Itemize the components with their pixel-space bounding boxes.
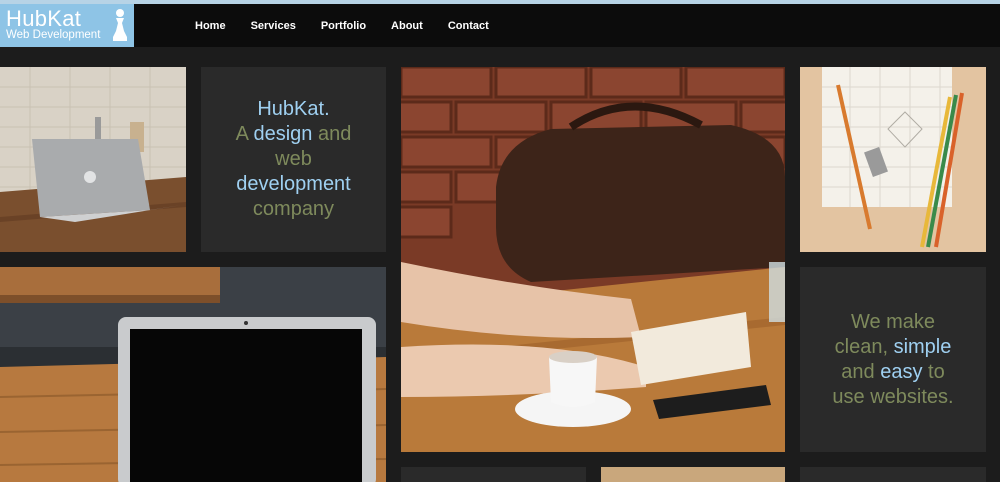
tagline-text: web (275, 148, 312, 170)
photo-bag-notebook-coffee (401, 67, 785, 452)
photo-laptop-kitchen (0, 67, 186, 252)
tagline-text: use websites. (832, 385, 954, 408)
tagline-websites: We make clean, simple and easy to use we… (832, 310, 953, 410)
tagline-text: company (252, 198, 335, 220)
tagline-text: to (922, 360, 945, 383)
tagline-text: We make (850, 310, 936, 333)
tagline-highlight: easy (880, 360, 923, 383)
photo-pencils-sketch (800, 67, 986, 252)
bottom-panel-1 (401, 467, 586, 482)
nav-home[interactable]: Home (195, 20, 226, 32)
site-logo[interactable]: HubKat Web Development (0, 4, 134, 47)
tagline-text: and (312, 123, 352, 145)
site-header: HubKat Web Development Home Services Por… (0, 4, 1000, 47)
bottom-panel-2 (800, 467, 986, 482)
nav-services[interactable]: Services (251, 20, 296, 32)
tagline-panel-2: We make clean, simple and easy to use we… (800, 267, 986, 452)
nav-portfolio[interactable]: Portfolio (321, 20, 366, 32)
logo-subtitle: Web Development (6, 29, 101, 41)
tagline-highlight: simple (893, 335, 952, 358)
tagline-highlight: design (253, 123, 313, 145)
chess-pawn-icon (113, 9, 127, 41)
nav-about[interactable]: About (391, 20, 423, 32)
tagline-panel-1: HubKat. A design and web development com… (201, 67, 386, 252)
tagline-text: A (235, 123, 254, 145)
tagline-highlight: development (236, 173, 351, 195)
tagline-text: clean, (834, 335, 894, 358)
tagline-brand: HubKat. (257, 98, 330, 120)
nav-contact[interactable]: Contact (448, 20, 489, 32)
tagline-company: HubKat. A design and web development com… (236, 97, 352, 222)
photo-laptop-wood-table (0, 267, 386, 482)
tagline-text: and (841, 360, 881, 383)
main-nav: Home Services Portfolio About Contact (195, 4, 514, 47)
photo-bottom-partial (601, 467, 785, 482)
